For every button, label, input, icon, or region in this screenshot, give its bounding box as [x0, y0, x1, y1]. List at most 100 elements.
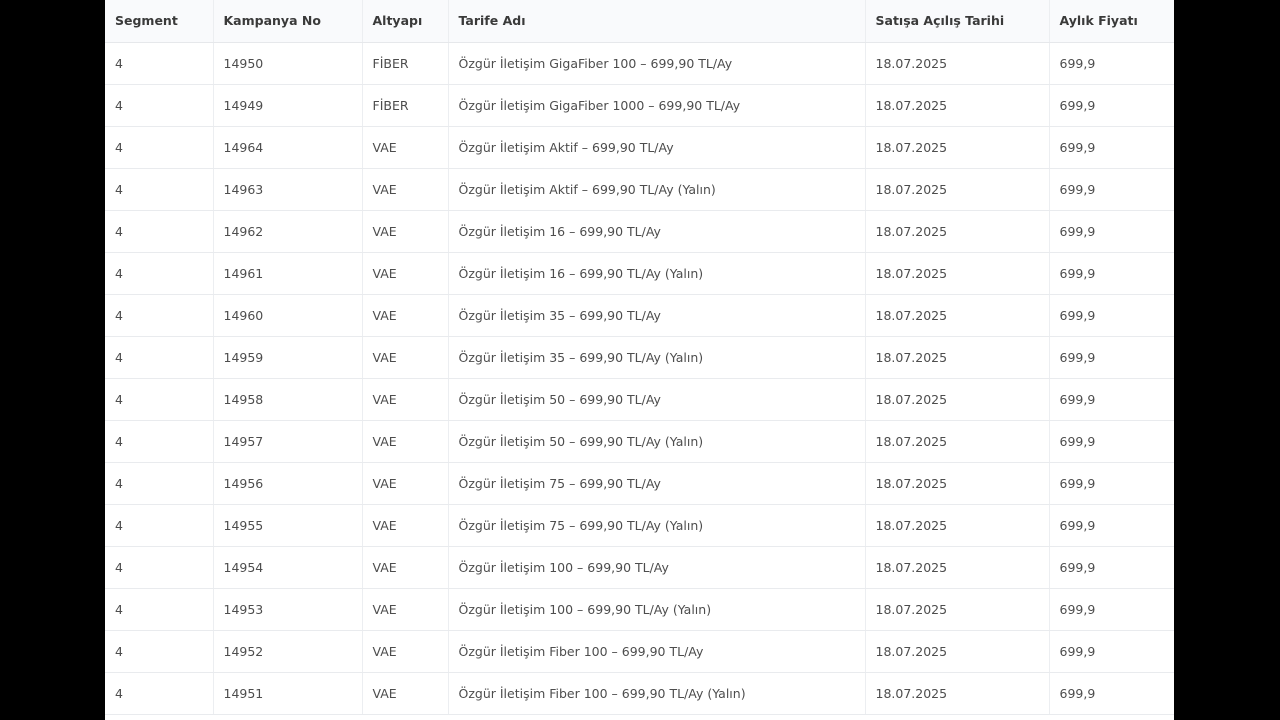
cell-tariff-name: Özgür İletişim 35 – 699,90 TL/Ay [448, 294, 866, 337]
cell-campaign-no: 14955 [213, 504, 363, 547]
cell-sale-open-date: 18.07.2025 [865, 420, 1050, 463]
cell-segment: 4 [105, 588, 214, 631]
cell-segment: 4 [105, 672, 214, 715]
table-row: 4 14957 VAE Özgür İletişim 50 – 699,90 TL/A… [105, 420, 1174, 463]
cell-monthly-price: 699,9 [1049, 462, 1174, 505]
cell-sale-open-date: 18.07.2025 [865, 630, 1050, 673]
table-row: 4 14949 FİBER Özgür İletişim GigaFiber 1000… [105, 84, 1174, 127]
cell-infrastructure: VAE [362, 420, 449, 463]
cell-infrastructure: VAE [362, 294, 449, 337]
cell-segment: 4 [105, 294, 214, 337]
table-row: 4 14954 VAE Özgür İletişim 100 – 699,90 TL/… [105, 546, 1174, 589]
cell-segment: 4 [105, 630, 214, 673]
cell-segment: 4 [105, 420, 214, 463]
cell-infrastructure: VAE [362, 504, 449, 547]
cell-segment: 4 [105, 378, 214, 421]
cell-campaign-no: 14958 [213, 378, 363, 421]
cell-monthly-price: 699,9 [1049, 588, 1174, 631]
cell-monthly-price: 699,9 [1049, 252, 1174, 295]
column-header-campaign-no: Kampanya No [213, 0, 363, 43]
cell-sale-open-date: 18.07.2025 [865, 546, 1050, 589]
table-body: 4 14950 FİBER Özgür İletişim GigaFiber 100 … [105, 42, 1174, 715]
cell-monthly-price: 699,9 [1049, 210, 1174, 253]
cell-campaign-no: 14953 [213, 588, 363, 631]
cell-sale-open-date: 18.07.2025 [865, 84, 1050, 127]
cell-infrastructure: VAE [362, 630, 449, 673]
cell-monthly-price: 699,9 [1049, 378, 1174, 421]
cell-segment: 4 [105, 42, 214, 85]
cell-infrastructure: VAE [362, 672, 449, 715]
table-row: 4 14961 VAE Özgür İletişim 16 – 699,90 TL/A… [105, 252, 1174, 295]
column-header-segment: Segment [105, 0, 214, 43]
cell-tariff-name: Özgür İletişim GigaFiber 1000 – 699,90 T… [448, 84, 866, 127]
cell-infrastructure: VAE [362, 168, 449, 211]
cell-monthly-price: 699,9 [1049, 294, 1174, 337]
cell-sale-open-date: 18.07.2025 [865, 672, 1050, 715]
cell-infrastructure: FİBER [362, 84, 449, 127]
cell-campaign-no: 14952 [213, 630, 363, 673]
cell-segment: 4 [105, 546, 214, 589]
cell-campaign-no: 14960 [213, 294, 363, 337]
cell-sale-open-date: 18.07.2025 [865, 462, 1050, 505]
cell-monthly-price: 699,9 [1049, 420, 1174, 463]
cell-segment: 4 [105, 84, 214, 127]
cell-campaign-no: 14956 [213, 462, 363, 505]
cell-monthly-price: 699,9 [1049, 504, 1174, 547]
cell-segment: 4 [105, 126, 214, 169]
cell-infrastructure: VAE [362, 252, 449, 295]
table-header-row: Segment Kampanya No Altyapı Tarife Adı S… [105, 0, 1174, 43]
cell-tariff-name: Özgür İletişim 50 – 699,90 TL/Ay (Yalın) [448, 420, 866, 463]
table-row: 4 14962 VAE Özgür İletişim 16 – 699,90 TL/A… [105, 210, 1174, 253]
table-row: 4 14958 VAE Özgür İletişim 50 – 699,90 TL/A… [105, 378, 1174, 421]
cell-infrastructure: FİBER [362, 42, 449, 85]
tariff-table: Segment Kampanya No Altyapı Tarife Adı S… [105, 0, 1174, 715]
cell-sale-open-date: 18.07.2025 [865, 168, 1050, 211]
cell-monthly-price: 699,9 [1049, 126, 1174, 169]
cell-infrastructure: VAE [362, 462, 449, 505]
cell-monthly-price: 699,9 [1049, 546, 1174, 589]
cell-campaign-no: 14949 [213, 84, 363, 127]
table-row: 4 14950 FİBER Özgür İletişim GigaFiber 100 … [105, 42, 1174, 85]
cell-campaign-no: 14962 [213, 210, 363, 253]
cell-campaign-no: 14957 [213, 420, 363, 463]
cell-monthly-price: 699,9 [1049, 168, 1174, 211]
cell-sale-open-date: 18.07.2025 [865, 588, 1050, 631]
cell-infrastructure: VAE [362, 210, 449, 253]
cell-infrastructure: VAE [362, 126, 449, 169]
tariff-table-container: Segment Kampanya No Altyapı Tarife Adı S… [105, 0, 1174, 720]
cell-sale-open-date: 18.07.2025 [865, 126, 1050, 169]
table-row: 4 14964 VAE Özgür İletişim Aktif – 699,90 T… [105, 126, 1174, 169]
cell-campaign-no: 14961 [213, 252, 363, 295]
cell-sale-open-date: 18.07.2025 [865, 210, 1050, 253]
cell-segment: 4 [105, 462, 214, 505]
column-header-sale-open-date: Satışa Açılış Tarihi [865, 0, 1050, 43]
cell-monthly-price: 699,9 [1049, 630, 1174, 673]
cell-tariff-name: Özgür İletişim 35 – 699,90 TL/Ay (Yalın) [448, 336, 866, 379]
cell-tariff-name: Özgür İletişim 75 – 699,90 TL/Ay (Yalın) [448, 504, 866, 547]
table-row: 4 14956 VAE Özgür İletişim 75 – 699,90 TL/A… [105, 462, 1174, 505]
cell-sale-open-date: 18.07.2025 [865, 504, 1050, 547]
column-header-tariff-name: Tarife Adı [448, 0, 866, 43]
cell-segment: 4 [105, 252, 214, 295]
cell-campaign-no: 14954 [213, 546, 363, 589]
cell-monthly-price: 699,9 [1049, 672, 1174, 715]
table-row: 4 14960 VAE Özgür İletişim 35 – 699,90 TL/A… [105, 294, 1174, 337]
table-row: 4 14959 VAE Özgür İletişim 35 – 699,90 TL/A… [105, 336, 1174, 379]
cell-tariff-name: Özgür İletişim Aktif – 699,90 TL/Ay (Yal… [448, 168, 866, 211]
cell-campaign-no: 14964 [213, 126, 363, 169]
cell-tariff-name: Özgür İletişim Fiber 100 – 699,90 TL/Ay … [448, 672, 866, 715]
cell-tariff-name: Özgür İletişim Aktif – 699,90 TL/Ay [448, 126, 866, 169]
cell-segment: 4 [105, 504, 214, 547]
cell-tariff-name: Özgür İletişim 16 – 699,90 TL/Ay [448, 210, 866, 253]
cell-sale-open-date: 18.07.2025 [865, 336, 1050, 379]
cell-infrastructure: VAE [362, 546, 449, 589]
table-row: 4 14963 VAE Özgür İletişim Aktif – 699,90 T… [105, 168, 1174, 211]
column-header-monthly-price: Aylık Fiyatı [1049, 0, 1174, 43]
cell-segment: 4 [105, 336, 214, 379]
cell-sale-open-date: 18.07.2025 [865, 294, 1050, 337]
table-row: 4 14952 VAE Özgür İletişim Fiber 100 – 699,… [105, 630, 1174, 673]
cell-campaign-no: 14963 [213, 168, 363, 211]
cell-monthly-price: 699,9 [1049, 336, 1174, 379]
cell-sale-open-date: 18.07.2025 [865, 42, 1050, 85]
cell-infrastructure: VAE [362, 336, 449, 379]
